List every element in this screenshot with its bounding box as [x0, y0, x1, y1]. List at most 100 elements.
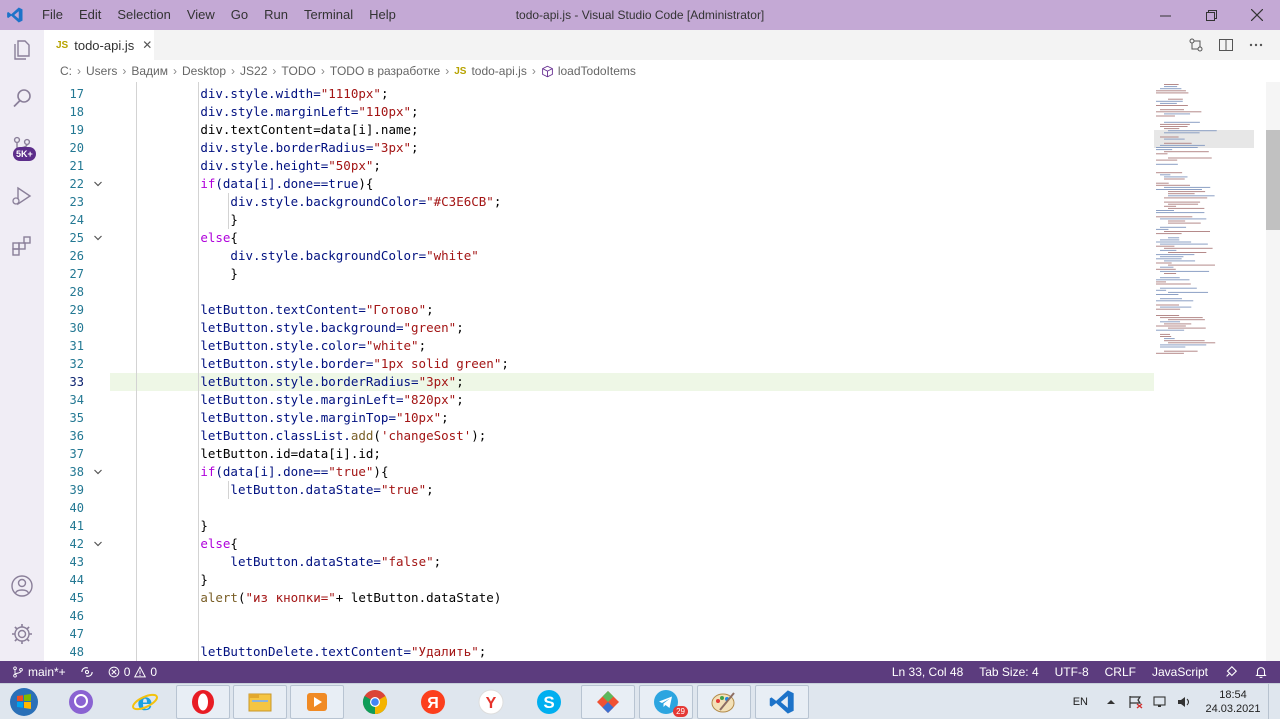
taskbar-yandex[interactable]: Я [406, 685, 460, 719]
volume-icon[interactable] [1176, 695, 1192, 709]
tab-close-icon[interactable]: ✕ [142, 38, 152, 52]
code-line[interactable]: letButton.style.color="white"; [110, 337, 1154, 355]
code-area[interactable]: div.style.width="1110px"; div.style.marg… [110, 82, 1154, 661]
minimize-button[interactable] [1142, 0, 1188, 30]
taskbar-git[interactable] [581, 685, 635, 719]
taskbar-telegram[interactable]: 29 [639, 685, 693, 719]
taskbar-chrome[interactable] [348, 685, 402, 719]
code-line[interactable]: if(data[i].done=="true"){ [110, 463, 1154, 481]
taskbar-skype[interactable]: S [522, 685, 576, 719]
code-line[interactable]: if(data[i].done==true){ [110, 175, 1154, 193]
breadcrumb-item[interactable]: Users [86, 64, 117, 78]
search-activity[interactable] [0, 78, 44, 118]
scrollbar-thumb[interactable] [1266, 130, 1280, 230]
problems-status[interactable]: 0 0 [108, 665, 157, 679]
breadcrumb-item[interactable]: Вадим [131, 64, 168, 78]
feedback-icon[interactable] [1224, 665, 1238, 679]
code-line[interactable]: } [110, 517, 1154, 535]
code-line[interactable]: div.style.marginLeft="110px"; [110, 103, 1154, 121]
vertical-scrollbar[interactable] [1266, 82, 1280, 661]
code-line[interactable]: div.style.backgroundColor="white" [110, 247, 1154, 265]
code-line[interactable]: div.textContent=data[i].name; [110, 121, 1154, 139]
code-line[interactable]: letButton.textContent="Готово"; [110, 301, 1154, 319]
code-line[interactable]: letButtonDelete.textContent="Удалить"; [110, 643, 1154, 661]
breadcrumb-item[interactable]: TODO в разработке [330, 64, 440, 78]
tab-todo-api-js[interactable]: JS todo-api.js ✕ [44, 30, 154, 60]
menu-edit[interactable]: Edit [71, 0, 109, 30]
code-line[interactable]: } [110, 265, 1154, 283]
taskbar-paint[interactable] [697, 685, 751, 719]
code-line[interactable]: div.style.borderRadius="3px"; [110, 139, 1154, 157]
code-editor[interactable]: 17 18 19 20 21 22 23 24 25 26 27 28 29 30 31 32 33 34 35 36… [44, 82, 1280, 661]
menu-selection[interactable]: Selection [109, 0, 178, 30]
code-line[interactable] [110, 499, 1154, 517]
fold-chevron-icon[interactable] [92, 175, 104, 193]
taskbar-opera[interactable] [176, 685, 230, 719]
code-line[interactable]: letButton.style.marginLeft="820px"; [110, 391, 1154, 409]
code-line[interactable]: letButton.classList.add('changeSost'); [110, 427, 1154, 445]
restore-button[interactable] [1188, 0, 1234, 30]
code-line[interactable]: letButton.id=data[i].id; [110, 445, 1154, 463]
menu-run[interactable]: Run [256, 0, 296, 30]
code-line[interactable]: letButton.dataState="true"; [110, 481, 1154, 499]
code-line[interactable]: div.style.width="1110px"; [110, 85, 1154, 103]
code-line[interactable]: letButton.style.marginTop="10px"; [110, 409, 1154, 427]
code-line[interactable]: letButton.style.border="1px solid green"… [110, 355, 1154, 373]
encoding[interactable]: UTF-8 [1055, 665, 1089, 679]
input-language[interactable]: EN [1073, 696, 1088, 708]
network-icon[interactable] [1152, 695, 1168, 709]
code-line[interactable] [110, 625, 1154, 643]
fold-chevron-icon[interactable] [92, 229, 104, 247]
code-line[interactable]: } [110, 211, 1154, 229]
code-line[interactable]: letButton.style.background="green"; [110, 319, 1154, 337]
taskbar-explorer[interactable] [233, 685, 287, 719]
taskbar-vscode[interactable] [755, 685, 809, 719]
code-line[interactable]: } [110, 571, 1154, 589]
notifications-bell-icon[interactable] [1254, 665, 1268, 679]
code-line[interactable] [110, 283, 1154, 301]
branch-status[interactable]: main*+ [12, 665, 66, 679]
chevron-up-icon[interactable] [1106, 697, 1116, 707]
minimap[interactable] [1154, 82, 1266, 661]
breadcrumb-item[interactable]: Desktop [182, 64, 226, 78]
code-line[interactable]: div.style.height="50px"; [110, 157, 1154, 175]
close-window-button[interactable] [1234, 0, 1280, 30]
code-line[interactable]: div.style.backgroundColor="#C3E6CB"; [110, 193, 1154, 211]
action-center-flag-icon[interactable] [1128, 695, 1144, 709]
fold-chevron-icon[interactable] [92, 463, 104, 481]
split-editor-icon[interactable] [1218, 37, 1234, 53]
tab-size[interactable]: Tab Size: 4 [979, 665, 1038, 679]
taskbar-yandex-browser[interactable]: Y [464, 685, 518, 719]
taskbar-ie[interactable]: e [118, 685, 172, 719]
breadcrumb-file[interactable]: todo-api.js [471, 64, 526, 78]
open-changes-icon[interactable] [1188, 37, 1204, 53]
menu-view[interactable]: View [179, 0, 223, 30]
menu-go[interactable]: Go [223, 0, 256, 30]
breadcrumb-symbol[interactable]: loadTodoItems [558, 64, 636, 78]
more-actions-icon[interactable] [1248, 37, 1264, 53]
accounts-activity[interactable] [0, 566, 44, 606]
menu-file[interactable]: File [34, 0, 71, 30]
end-of-line[interactable]: CRLF [1105, 665, 1136, 679]
breadcrumb-item[interactable]: TODO [281, 64, 315, 78]
extensions-activity[interactable] [0, 226, 44, 266]
cursor-position[interactable]: Ln 33, Col 48 [892, 665, 963, 679]
start-button[interactable] [4, 685, 44, 719]
explorer-activity[interactable] [0, 30, 44, 70]
show-desktop-button[interactable] [1268, 684, 1280, 719]
language-mode[interactable]: JavaScript [1152, 665, 1208, 679]
code-line[interactable]: letButton.style.borderRadius="3px"; [110, 373, 1154, 391]
sync-status[interactable] [80, 666, 94, 678]
manage-activity[interactable] [0, 614, 44, 654]
taskbar-clock[interactable]: 18:54 24.03.2021 [1198, 688, 1268, 716]
taskbar-viber[interactable] [54, 685, 108, 719]
fold-chevron-icon[interactable] [92, 535, 104, 553]
code-line[interactable]: else{ [110, 535, 1154, 553]
breadcrumb-item[interactable]: JS22 [240, 64, 267, 78]
taskbar-media-player[interactable] [290, 685, 344, 719]
menu-help[interactable]: Help [361, 0, 404, 30]
code-line[interactable] [110, 607, 1154, 625]
code-line[interactable]: letButton.dataState="false"; [110, 553, 1154, 571]
menu-terminal[interactable]: Terminal [296, 0, 361, 30]
code-line[interactable]: alert("из кнопки="+ letButton.dataState) [110, 589, 1154, 607]
